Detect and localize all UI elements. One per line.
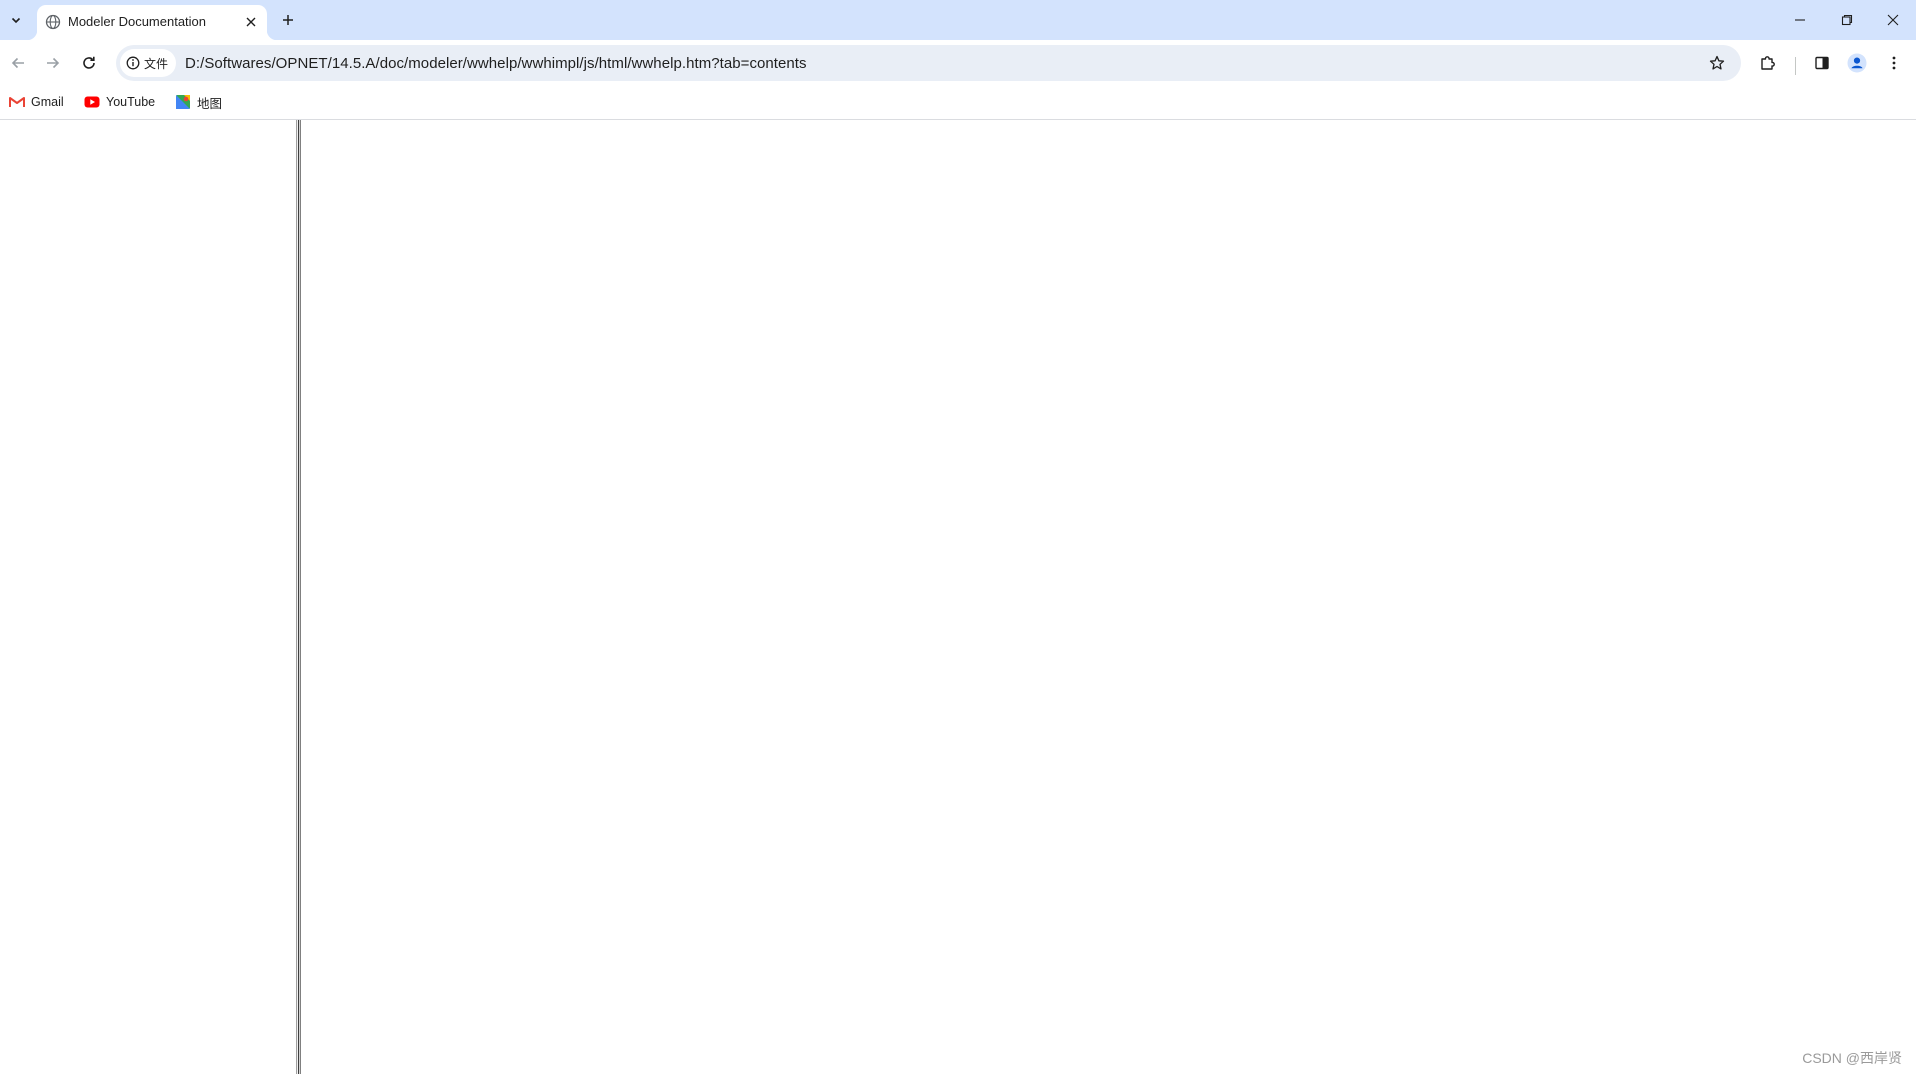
- bookmark-maps[interactable]: 地图: [171, 90, 226, 114]
- globe-icon: [45, 14, 61, 30]
- extensions-button[interactable]: [1752, 47, 1784, 79]
- menu-button[interactable]: [1878, 47, 1910, 79]
- more-vert-icon: [1886, 55, 1902, 71]
- reload-button[interactable]: [73, 47, 105, 79]
- side-panel-icon: [1814, 55, 1830, 71]
- tab-strip: Modeler Documentation: [0, 0, 1916, 40]
- plus-icon: [282, 14, 294, 26]
- star-icon: [1709, 55, 1725, 71]
- browser-toolbar: 文件 D:/Softwares/OPNET/14.5.A/doc/modeler…: [0, 40, 1916, 86]
- minimize-button[interactable]: [1777, 0, 1823, 40]
- restore-button[interactable]: [1824, 0, 1870, 40]
- site-info-chip[interactable]: 文件: [120, 49, 177, 77]
- back-button[interactable]: [2, 47, 34, 79]
- arrow-right-icon: [45, 55, 61, 71]
- profile-button[interactable]: [1841, 47, 1873, 79]
- minimize-icon: [1794, 14, 1806, 26]
- restore-icon: [1841, 14, 1853, 26]
- document-frame: [301, 120, 1916, 1074]
- bookmark-star-button[interactable]: [1701, 47, 1733, 79]
- info-icon: [126, 56, 140, 70]
- side-panel-button[interactable]: [1806, 47, 1838, 79]
- bookmark-label: Gmail: [31, 95, 64, 109]
- arrow-left-icon: [10, 55, 26, 71]
- close-icon: [246, 17, 256, 27]
- forward-button[interactable]: [37, 47, 69, 79]
- active-tab[interactable]: Modeler Documentation: [27, 5, 277, 40]
- bookmark-label: YouTube: [106, 95, 156, 109]
- close-icon: [1887, 14, 1899, 26]
- bookmark-label: 地图: [197, 96, 223, 111]
- puzzle-icon: [1759, 54, 1777, 72]
- tab-search-button[interactable]: [4, 8, 28, 32]
- bookmark-gmail[interactable]: Gmail: [5, 90, 68, 114]
- gmail-icon: [9, 96, 25, 108]
- close-window-button[interactable]: [1870, 0, 1916, 40]
- tab-close-button[interactable]: [241, 12, 261, 32]
- site-chip-label: 文件: [144, 56, 169, 71]
- toolbar-separator: [1795, 57, 1796, 75]
- url-text[interactable]: D:/Softwares/OPNET/14.5.A/doc/modeler/ww…: [185, 55, 807, 72]
- tab-title: Modeler Documentation: [68, 14, 207, 29]
- chevron-down-icon: [10, 14, 22, 26]
- watermark: CSDN @西岸贤: [1802, 1050, 1902, 1066]
- avatar-icon: [1847, 53, 1867, 73]
- youtube-icon: [84, 96, 100, 108]
- maps-icon: [175, 94, 191, 110]
- new-tab-button[interactable]: [276, 8, 300, 32]
- bookmark-youtube[interactable]: YouTube: [80, 90, 159, 114]
- contents-frame: [0, 120, 296, 1074]
- address-bar[interactable]: 文件 D:/Softwares/OPNET/14.5.A/doc/modeler…: [116, 45, 1741, 81]
- reload-icon: [81, 55, 97, 71]
- bookmarks-bar: Gmail YouTube 地图: [0, 86, 1916, 120]
- page-content: CSDN @西岸贤: [0, 120, 1916, 1074]
